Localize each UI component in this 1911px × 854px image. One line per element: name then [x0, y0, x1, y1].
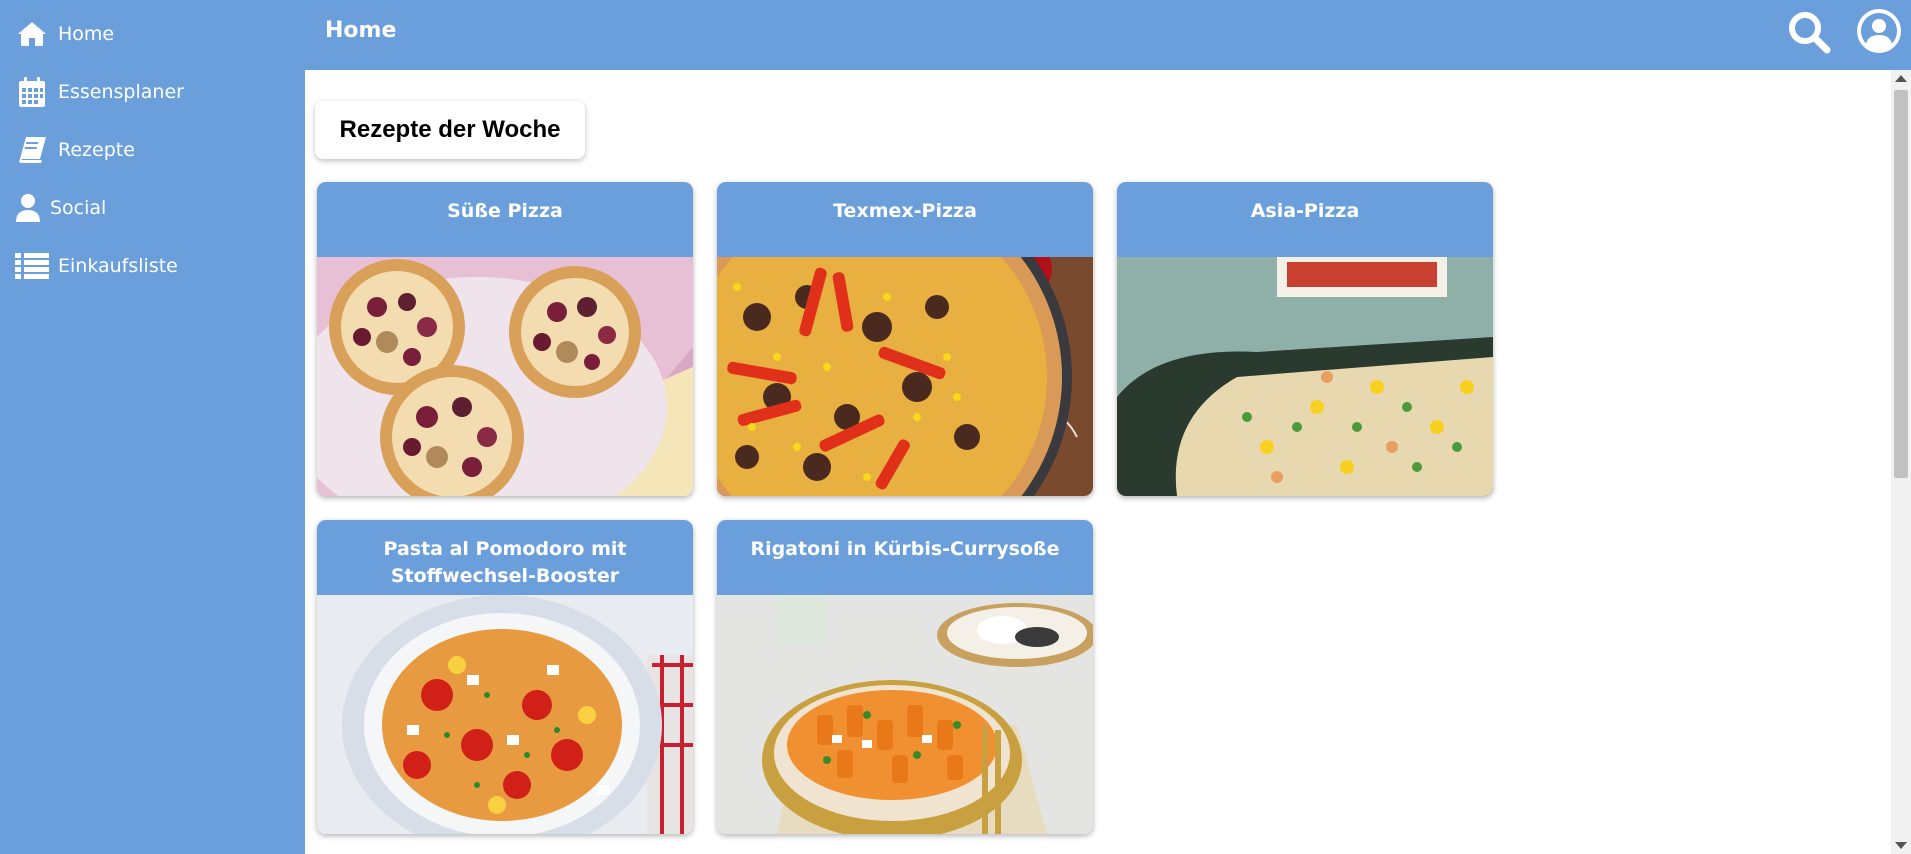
list-icon: [14, 248, 50, 284]
recipe-card-texmex-pizza[interactable]: Texmex-Pizza: [717, 182, 1093, 496]
recipe-image: [317, 595, 693, 834]
vertical-scrollbar[interactable]: [1891, 70, 1911, 854]
scroll-down-arrow-icon[interactable]: [1895, 842, 1907, 849]
sidebar-item-einkaufsliste[interactable]: Einkaufsliste: [0, 240, 305, 292]
recipe-image: [1117, 257, 1493, 496]
recipe-card-pasta-al-pomodoro[interactable]: Pasta al Pomodoro mit Stoffwechsel-Boost…: [317, 520, 693, 834]
recipe-card-suesse-pizza[interactable]: Süße Pizza: [317, 182, 693, 496]
book-icon: [14, 132, 50, 168]
sidebar-item-label: Social: [50, 197, 107, 219]
sidebar-item-label: Rezepte: [58, 139, 135, 161]
scroll-up-arrow-icon[interactable]: [1895, 75, 1907, 82]
app-window: Home Essensplaner Rezepte Social Einkauf…: [0, 0, 1911, 854]
recipe-card-asia-pizza[interactable]: Asia-Pizza: [1117, 182, 1493, 496]
account-button[interactable]: [1851, 5, 1907, 61]
search-button[interactable]: [1783, 8, 1835, 60]
sidebar-item-label: Einkaufsliste: [58, 255, 178, 277]
sidebar-item-label: Home: [58, 23, 115, 45]
page-title: Home: [325, 18, 397, 43]
scroll-thumb[interactable]: [1894, 90, 1908, 478]
account-icon: [1856, 8, 1902, 58]
recipe-image: [317, 257, 693, 496]
calendar-icon: [14, 74, 50, 110]
section-title: Rezepte der Woche: [315, 101, 585, 159]
recipe-title: Süße Pizza: [317, 182, 693, 257]
recipe-title: Asia-Pizza: [1117, 182, 1493, 257]
recipe-title: Rigatoni in Kürbis-Currysoße: [717, 520, 1093, 595]
user-icon: [14, 190, 42, 226]
search-icon: [1787, 10, 1831, 58]
main-content: Rezepte der Woche Süße Pizza Texmex-Pizz…: [305, 70, 1891, 854]
sidebar-item-home[interactable]: Home: [0, 8, 305, 60]
recipe-image: [717, 257, 1093, 496]
sidebar-item-label: Essensplaner: [58, 81, 184, 103]
sidebar-item-rezepte[interactable]: Rezepte: [0, 124, 305, 176]
sidebar-item-social[interactable]: Social: [0, 182, 305, 234]
home-icon: [14, 16, 50, 52]
sidebar-item-essensplaner[interactable]: Essensplaner: [0, 66, 305, 118]
recipe-title: Pasta al Pomodoro mit Stoffwechsel-Boost…: [317, 520, 693, 595]
recipe-image: [717, 595, 1093, 834]
sidebar: Home Essensplaner Rezepte Social Einkauf…: [0, 0, 305, 854]
recipe-card-rigatoni-kuerbis[interactable]: Rigatoni in Kürbis-Currysoße: [717, 520, 1093, 834]
top-header: Home: [305, 0, 1911, 70]
recipe-title: Texmex-Pizza: [717, 182, 1093, 257]
